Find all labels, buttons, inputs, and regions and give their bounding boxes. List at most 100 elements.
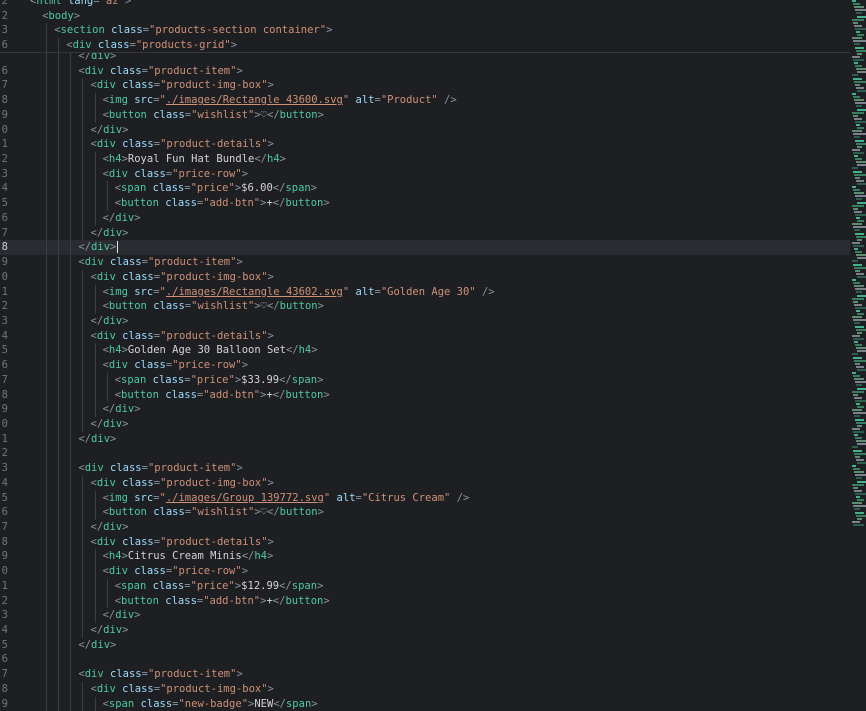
code-text[interactable]: <button class="wishlist">♡</button>	[103, 505, 324, 520]
code-text[interactable]: <img src="./images/Rectangle 43602.svg" …	[103, 285, 495, 300]
code-text[interactable]: </div>	[103, 211, 141, 226]
code-text[interactable]: </div>	[103, 402, 141, 417]
code-line[interactable]: 7 <div class="product-img-box">	[0, 78, 850, 94]
code-line[interactable]: 0 </div>	[0, 416, 850, 432]
code-line[interactable]: 6 <div class="products-grid">	[0, 38, 850, 53]
code-text[interactable]: </div>	[91, 417, 129, 432]
code-line[interactable]: 8 <div class="product-img-box">	[0, 681, 850, 697]
code-line[interactable]: 5 <h4>Golden Age 30 Balloon Set</h4>	[0, 343, 850, 359]
code-text[interactable]: <div class="product-details">	[91, 535, 274, 550]
code-line[interactable]: 8 <div class="product-details">	[0, 534, 850, 550]
code-line[interactable]: 0 <div class="product-img-box">	[0, 269, 850, 285]
code-line[interactable]: 6 <div class="price-row">	[0, 358, 850, 373]
code-text[interactable]: </div>	[91, 314, 129, 329]
code-text[interactable]: <button class="add-btn">+</button>	[115, 196, 330, 211]
code-line[interactable]: 3 </div>	[0, 608, 850, 624]
code-text[interactable]: <h4>Citrus Cream Minis</h4>	[103, 549, 274, 564]
code-line[interactable]: 6 <div class="product-item">	[0, 63, 850, 79]
minimap[interactable]	[850, 0, 866, 530]
code-line[interactable]: 3 </div>	[0, 313, 850, 329]
code-line[interactable]: 2 <h4>Royal Fun Hat Bundle</h4>	[0, 152, 850, 167]
code-text[interactable]: <div class="price-row">	[103, 564, 248, 579]
minimap-line	[855, 27, 866, 30]
code-line[interactable]: 9 <h4>Citrus Cream Minis</h4>	[0, 549, 850, 565]
code-line[interactable]: 9 </div>	[0, 402, 850, 417]
code-text[interactable]: <div class="product-item">	[78, 64, 242, 79]
code-text[interactable]: <div class="products-grid">	[66, 38, 237, 53]
code-line[interactable]: 7 </div>	[0, 520, 850, 535]
code-text[interactable]: </div>	[91, 520, 129, 535]
code-text[interactable]: </div>	[78, 432, 116, 447]
code-text[interactable]: <h4>Golden Age 30 Balloon Set</h4>	[103, 343, 318, 358]
code-text[interactable]: <img src="./images/Group 139772.svg" alt…	[103, 491, 470, 506]
code-editor[interactable]: 2 <html lang="az"> 2 <body> 3 <section class=…	[0, 0, 866, 711]
code-line[interactable]: 2 <button class="wishlist">♡</button>	[0, 299, 850, 314]
code-text[interactable]: <div class="product-img-box">	[91, 78, 274, 93]
current-code-line[interactable]: 8 </div>	[0, 240, 850, 256]
code-text[interactable]: <div class="product-img-box">	[91, 476, 274, 491]
code-line[interactable]: 3 <div class="product-item">	[0, 461, 850, 476]
code-text[interactable]: </div>	[78, 638, 116, 653]
code-line[interactable]: 6 <button class="wishlist">♡</button>	[0, 505, 850, 520]
code-text[interactable]: <div class="product-item">	[78, 461, 242, 476]
code-line[interactable]: 2 <button class="add-btn">+</button>	[0, 593, 850, 609]
code-line[interactable]: 9 <div class="product-item">	[0, 255, 850, 270]
code-line[interactable]: 7 <span class="price">$33.99</span>	[0, 372, 850, 388]
code-text[interactable]: <div class="product-details">	[91, 137, 274, 152]
code-line[interactable]: 0 </div>	[0, 122, 850, 138]
code-line[interactable]: 4 <span class="price">$6.00</span>	[0, 181, 850, 197]
code-text[interactable]: <span class="price">$6.00</span>	[115, 181, 317, 196]
code-text[interactable]: </div>	[78, 240, 119, 255]
code-text[interactable]: <span class="new-badge">NEW</span>	[103, 697, 318, 711]
code-text[interactable]: <div class="price-row">	[103, 358, 248, 373]
code-text[interactable]: <img src="./images/Rectangle 43600.svg" …	[103, 93, 457, 108]
code-line[interactable]: 9 <span class="new-badge">NEW</span>	[0, 696, 850, 711]
code-line[interactable]: 7 <div class="product-item">	[0, 667, 850, 682]
code-text[interactable]: </div>	[91, 123, 129, 138]
code-text[interactable]: <div class="product-details">	[91, 329, 274, 344]
code-text[interactable]: <div class="product-img-box">	[91, 682, 274, 697]
code-line[interactable]: 4 <div class="product-details">	[0, 328, 850, 344]
code-line[interactable]: 1 <div class="product-details">	[0, 137, 850, 153]
code-text[interactable]: <div class="price-row">	[103, 167, 248, 182]
code-line[interactable]: 0 <div class="price-row">	[0, 564, 850, 579]
code-text[interactable]: <div class="product-item">	[78, 667, 242, 682]
code-line[interactable]: 5 <img src="./images/Group 139772.svg" al…	[0, 490, 850, 506]
code-text[interactable]: <button class="wishlist">♡</button>	[103, 108, 324, 123]
code-text[interactable]: <button class="wishlist">♡</button>	[103, 299, 324, 314]
code-line[interactable]: 7 </div>	[0, 225, 850, 241]
code-text[interactable]: <span class="price">$33.99</span>	[115, 373, 324, 388]
code-line[interactable]: 5 <button class="add-btn">+</button>	[0, 196, 850, 211]
code-text[interactable]: </div>	[91, 623, 129, 638]
code-line[interactable]: 9 <button class="wishlist">♡</button>	[0, 107, 850, 123]
code-text[interactable]: <h4>Royal Fun Hat Bundle</h4>	[103, 152, 286, 167]
code-line[interactable]: 1 </div>	[0, 431, 850, 447]
code-line[interactable]: 1 <span class="price">$12.99</span>	[0, 578, 850, 594]
code-line[interactable]: 4 <div class="product-img-box">	[0, 475, 850, 491]
code-line[interactable]: 2	[0, 446, 850, 462]
code-line[interactable]: 8 <img src="./images/Rectangle 43600.svg"…	[0, 93, 850, 108]
code-text[interactable]: <html lang="az">	[30, 0, 131, 9]
code-line[interactable]: 6	[0, 652, 850, 668]
minimap-line	[855, 511, 864, 514]
code-line[interactable]: 1 <img src="./images/Rectangle 43602.svg"…	[0, 284, 850, 300]
code-text[interactable]: <section class="products-section contain…	[54, 23, 332, 38]
code-line[interactable]: 4 </div>	[0, 623, 850, 638]
code-text[interactable]: <button class="add-btn">+</button>	[115, 594, 330, 609]
code-line[interactable]: 3 <div class="price-row">	[0, 166, 850, 182]
code-text[interactable]: <body>	[42, 9, 80, 24]
sticky-scroll-header[interactable]: 2 <html lang="az"> 2 <body> 3 <section class=…	[0, 0, 850, 53]
code-text[interactable]: <div class="product-item">	[78, 255, 242, 270]
code-line[interactable]: 8 <button class="add-btn">+</button>	[0, 387, 850, 403]
code-text[interactable]: </div>	[103, 608, 141, 623]
code-line[interactable]: 6 </div>	[0, 210, 850, 226]
code-lines[interactable]: </div> 6 <div class="product-item"> 7 <div c…	[0, 49, 850, 711]
code-line[interactable]: 2 <body>	[0, 9, 850, 24]
code-line[interactable]: 5 </div>	[0, 637, 850, 653]
code-line[interactable]: 3 <section class="products-section contai…	[0, 23, 850, 39]
code-text[interactable]: </div>	[91, 226, 129, 241]
code-line[interactable]: 2 <html lang="az">	[0, 0, 850, 9]
code-text[interactable]: <span class="price">$12.99</span>	[115, 579, 324, 594]
code-text[interactable]: <button class="add-btn">+</button>	[115, 388, 330, 403]
code-text[interactable]: <div class="product-img-box">	[91, 270, 274, 285]
